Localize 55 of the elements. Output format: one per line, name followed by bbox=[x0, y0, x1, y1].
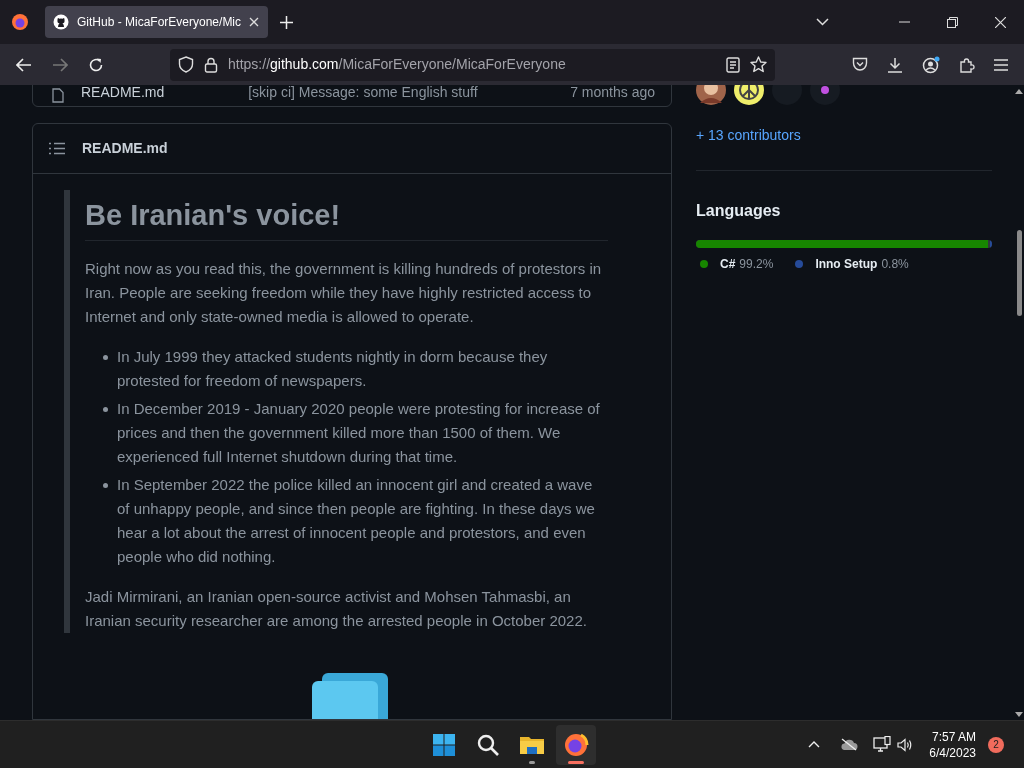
star-icon[interactable] bbox=[750, 56, 767, 73]
new-tab-icon[interactable] bbox=[280, 15, 293, 29]
menu-icon[interactable] bbox=[994, 58, 1008, 71]
account-icon[interactable] bbox=[922, 55, 940, 74]
chevron-up-icon[interactable] bbox=[808, 741, 821, 748]
address-bar[interactable]: https://github.com/MicaForEveryone/MicaForEveryone bbox=[170, 48, 775, 81]
lock-icon[interactable] bbox=[204, 56, 218, 73]
commit-time: 7 months ago bbox=[570, 85, 655, 102]
language-percent: 99.2% bbox=[739, 256, 774, 273]
pocket-icon[interactable] bbox=[852, 57, 868, 72]
window-logo-icon bbox=[312, 673, 390, 719]
scroll-thumb[interactable] bbox=[1016, 230, 1022, 316]
close-icon[interactable] bbox=[249, 17, 260, 27]
restore-icon[interactable] bbox=[947, 16, 958, 28]
url-text: https://github.com/MicaForEveryone/MicaForEveryone bbox=[228, 55, 566, 74]
reload-icon[interactable] bbox=[88, 56, 104, 73]
forward-icon[interactable] bbox=[52, 57, 68, 72]
contributors-link[interactable]: + 13 contributors bbox=[696, 125, 992, 146]
file-icon bbox=[52, 87, 64, 103]
list-item-text: In December 2019 - January 2020 people were protesting for increase of prices and then the government killed more than 1500 of them. We experienced full Internet shutdown during that time. bbox=[117, 400, 600, 465]
chevron-down-icon[interactable] bbox=[816, 18, 829, 26]
list-item-text: In July 1999 they attacked students nightly in dorm because they protested for freedom of newspapers. bbox=[117, 348, 548, 389]
back-icon[interactable] bbox=[16, 57, 32, 72]
commit-message-link[interactable]: [skip ci] Message: some English stuff bbox=[248, 85, 478, 103]
file-name-link[interactable]: README.md bbox=[81, 85, 165, 103]
clock-date[interactable]: 6/4/2023 bbox=[929, 744, 976, 761]
language-name[interactable]: Inno Setup bbox=[815, 255, 878, 273]
taskbar-button[interactable] bbox=[556, 724, 596, 765]
network-icon[interactable] bbox=[873, 736, 892, 753]
bullet-icon bbox=[103, 407, 108, 412]
cloud-off-icon[interactable] bbox=[840, 738, 859, 751]
volume-icon[interactable] bbox=[897, 737, 914, 752]
clock-time[interactable]: 7:57 AM bbox=[931, 728, 976, 745]
shield-icon[interactable] bbox=[178, 56, 194, 73]
bullet-icon bbox=[103, 483, 108, 488]
puzzle-icon[interactable] bbox=[959, 56, 975, 73]
windows-logo-icon bbox=[431, 731, 457, 758]
language-percent: 0.8% bbox=[881, 256, 909, 273]
intro-paragraph: Right now as you read this, the government is killing hundreds of protestors in Iran. People are seeking freedom while they have highly restricted access to Internet and only state-owned media is allowed to operate. bbox=[85, 259, 603, 327]
list-item-text: In September 2022 the police killed an innocent girl and created a wave of unhappy people, and since then people are fighting. In these days we hear a lot about the arrest of innocent people and protestors, and even people who did nothing. bbox=[117, 476, 595, 565]
bullet-icon bbox=[103, 355, 108, 360]
readme-heading: Be Iranian's voice! bbox=[85, 196, 608, 241]
readme-title: README.md bbox=[82, 138, 168, 158]
languages-heading: Languages bbox=[696, 201, 782, 221]
tab-title: GitHub - MicaForEveryone/Mic bbox=[77, 14, 242, 31]
download-icon[interactable] bbox=[887, 56, 903, 73]
close-icon[interactable] bbox=[995, 16, 1006, 28]
browser-tab[interactable]: GitHub - MicaForEveryone/Mic bbox=[45, 6, 268, 38]
closing-paragraph: Jadi Mirmirani, an Iranian open-source activist and Mohsen Tahmasbi, an Iranian security researcher are among the arrested people in October 2022. bbox=[85, 587, 588, 631]
language-name[interactable]: C# bbox=[720, 255, 736, 273]
scroll-up-icon[interactable] bbox=[1015, 89, 1023, 94]
scroll-down-icon[interactable] bbox=[1015, 712, 1023, 717]
reader-view-icon[interactable] bbox=[726, 56, 740, 73]
list-icon[interactable] bbox=[49, 141, 65, 155]
notification-badge[interactable]: 2 bbox=[988, 736, 1004, 753]
